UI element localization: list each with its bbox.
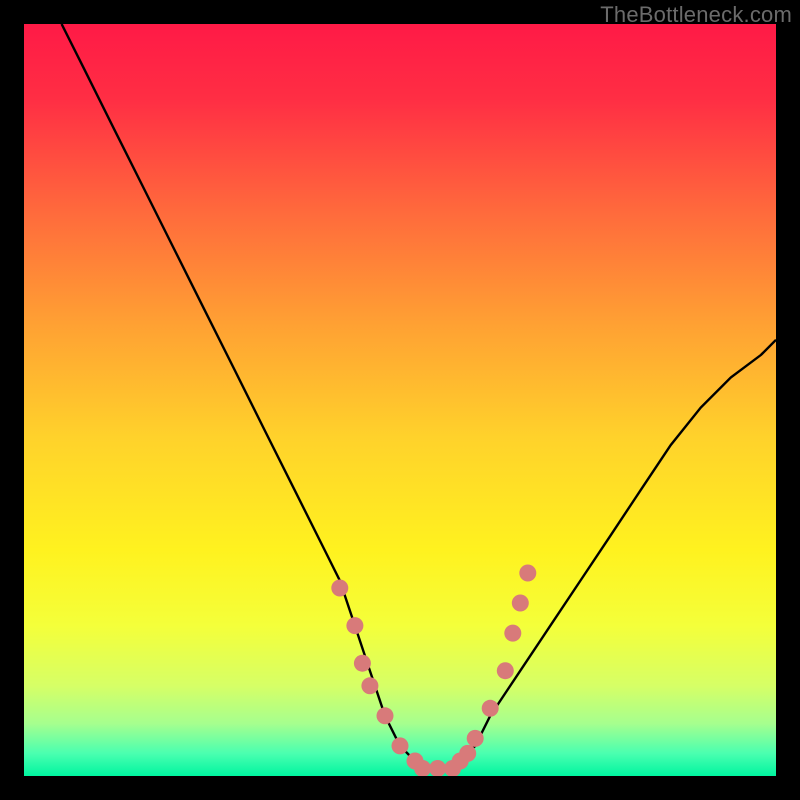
data-marker xyxy=(354,655,371,672)
data-marker xyxy=(377,707,394,724)
data-marker xyxy=(331,580,348,597)
data-marker xyxy=(392,737,409,754)
data-marker xyxy=(497,662,514,679)
data-marker xyxy=(361,677,378,694)
data-marker xyxy=(504,625,521,642)
chart-frame xyxy=(24,24,776,776)
chart-background xyxy=(24,24,776,776)
data-marker xyxy=(519,565,536,582)
data-marker xyxy=(346,617,363,634)
watermark-text: TheBottleneck.com xyxy=(600,2,792,28)
data-marker xyxy=(482,700,499,717)
data-marker xyxy=(459,745,476,762)
chart-svg xyxy=(24,24,776,776)
data-marker xyxy=(467,730,484,747)
data-marker xyxy=(512,595,529,612)
